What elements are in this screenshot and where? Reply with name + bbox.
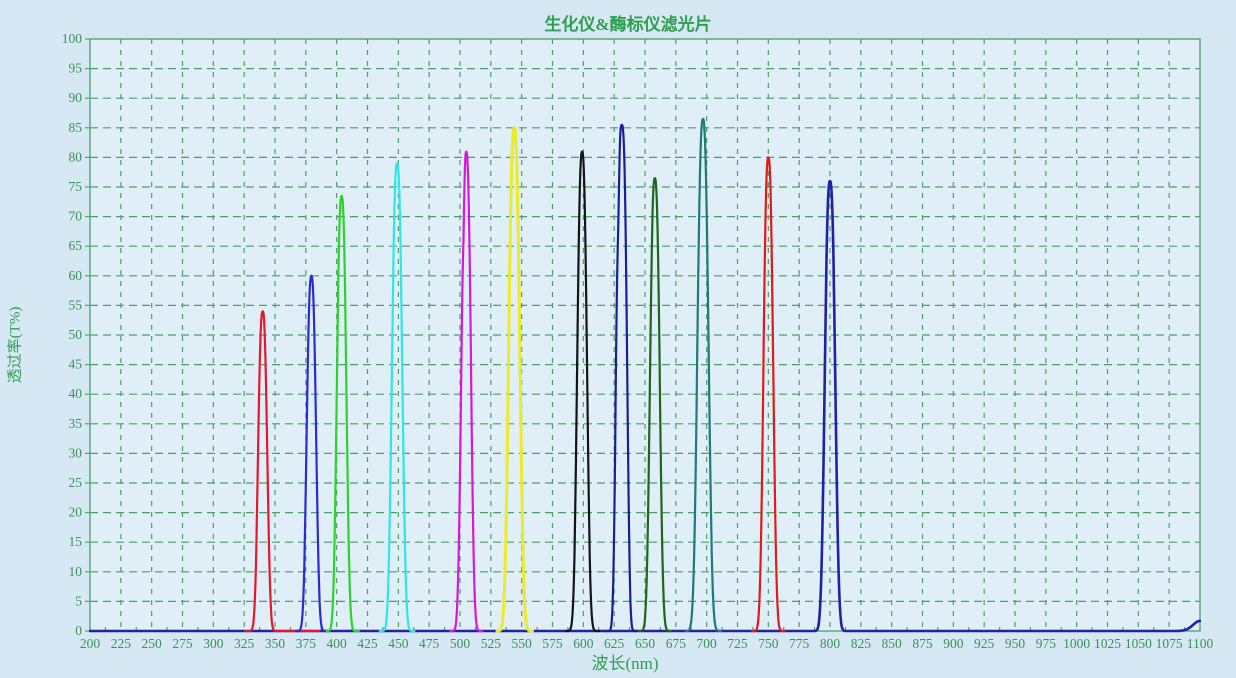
svg-text:75: 75	[69, 179, 83, 194]
svg-text:750: 750	[758, 636, 779, 651]
svg-text:10: 10	[69, 564, 83, 579]
chart-plot-area: 2002252502753003253503754004254504755005…	[0, 0, 1236, 678]
svg-text:900: 900	[943, 636, 964, 651]
svg-text:60: 60	[69, 268, 83, 283]
svg-text:35: 35	[69, 416, 83, 431]
svg-text:500: 500	[450, 636, 471, 651]
x-axis-title: 波长(nm)	[591, 649, 658, 674]
svg-text:400: 400	[327, 636, 348, 651]
svg-text:65: 65	[69, 238, 83, 253]
svg-text:575: 575	[542, 636, 563, 651]
svg-text:25: 25	[69, 475, 83, 490]
svg-text:1100: 1100	[1187, 636, 1214, 651]
svg-text:1075: 1075	[1156, 636, 1183, 651]
svg-text:825: 825	[851, 636, 872, 651]
chart-title: 生化仪&酶标仪滤光片	[544, 10, 711, 35]
svg-text:80: 80	[69, 149, 83, 164]
svg-text:725: 725	[727, 636, 748, 651]
svg-text:325: 325	[234, 636, 255, 651]
svg-text:85: 85	[69, 120, 83, 135]
svg-text:850: 850	[882, 636, 903, 651]
svg-text:700: 700	[697, 636, 718, 651]
svg-text:30: 30	[69, 445, 83, 460]
svg-text:1025: 1025	[1094, 636, 1121, 651]
svg-text:300: 300	[203, 636, 224, 651]
svg-text:50: 50	[69, 327, 83, 342]
svg-text:875: 875	[912, 636, 933, 651]
svg-text:0: 0	[75, 623, 82, 638]
svg-text:550: 550	[512, 636, 533, 651]
svg-text:45: 45	[69, 357, 83, 372]
y-axis-title: 透过率(T%)	[4, 307, 25, 384]
svg-text:975: 975	[1036, 636, 1057, 651]
svg-text:20: 20	[69, 505, 83, 520]
filter-transmittance-chart: 生化仪&酶标仪滤光片 透过率(T%) 200225250275300325350…	[0, 0, 1236, 678]
svg-text:55: 55	[69, 297, 83, 312]
svg-text:70: 70	[69, 209, 83, 224]
svg-text:90: 90	[69, 90, 83, 105]
svg-text:425: 425	[357, 636, 378, 651]
svg-text:225: 225	[111, 636, 132, 651]
svg-text:200: 200	[80, 636, 101, 651]
svg-text:375: 375	[296, 636, 317, 651]
svg-text:100: 100	[62, 31, 83, 46]
y-tick-labels: 0 5 10 15 20 25 30 35 40 45 50 55 60 65 70 75 80 85 90 95 10…	[62, 31, 83, 638]
svg-text:1000: 1000	[1063, 636, 1090, 651]
svg-text:450: 450	[388, 636, 409, 651]
svg-text:1050: 1050	[1125, 636, 1152, 651]
svg-text:775: 775	[789, 636, 810, 651]
svg-text:40: 40	[69, 386, 83, 401]
svg-text:5: 5	[75, 593, 82, 608]
svg-text:15: 15	[69, 534, 83, 549]
svg-text:95: 95	[69, 61, 83, 76]
svg-text:800: 800	[820, 636, 841, 651]
svg-text:925: 925	[974, 636, 995, 651]
svg-text:475: 475	[419, 636, 440, 651]
svg-text:525: 525	[481, 636, 502, 651]
svg-text:275: 275	[172, 636, 193, 651]
svg-text:950: 950	[1005, 636, 1026, 651]
svg-text:250: 250	[142, 636, 163, 651]
svg-text:350: 350	[265, 636, 286, 651]
svg-text:675: 675	[666, 636, 687, 651]
